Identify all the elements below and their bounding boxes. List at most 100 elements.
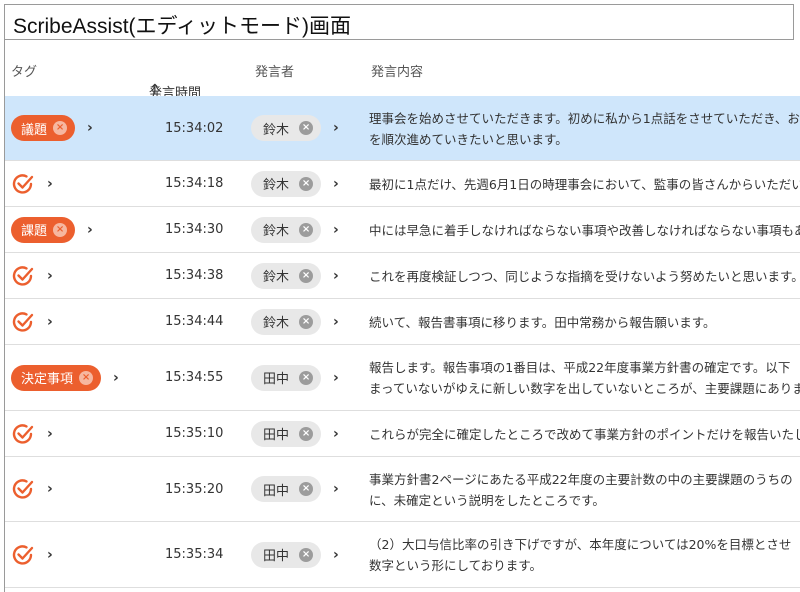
chevron-right-icon[interactable]: › [113, 370, 119, 386]
speech-content-line: （2）大口与信比率の引き下げですが、本年度については20%を目標とさせ [369, 537, 792, 552]
speaker-name: 鈴木 [263, 316, 290, 331]
speaker-chip[interactable]: 田中 × [251, 476, 322, 502]
speaker-chip[interactable]: 田中 × [251, 541, 322, 568]
close-circle-icon[interactable]: × [299, 222, 314, 237]
tag-chip-label: 決定事項 [21, 372, 74, 387]
speaker-name: 鈴木 [263, 178, 290, 193]
speaker-name: 田中 [263, 549, 290, 564]
chevron-right-icon[interactable]: › [47, 547, 53, 563]
close-circle-icon[interactable]: × [79, 370, 94, 385]
speaker-chip[interactable]: 鈴木 × [251, 170, 322, 197]
tag-cell: 決定事項 × › [11, 345, 119, 410]
speech-content[interactable]: 続いて、報告書事項に移ります。田中常務から報告願います。 [369, 312, 800, 333]
speech-content-line: これらが完全に確定したところで改めて事業方針のポイントだけを報告いたしま [369, 426, 800, 442]
table-row[interactable]: 議題 × › 15:34:02 鈴木 × › 理事会を始めさせていただきます。初めに私から1点… [5, 96, 800, 161]
close-circle-icon[interactable]: × [299, 482, 314, 496]
chevron-right-icon[interactable]: › [47, 268, 53, 284]
tag-cell: › [11, 299, 53, 344]
speaker-chip[interactable]: 鈴木 × [251, 308, 322, 335]
speech-content-line: 報告します。報告事項の1番目は、平成22年度事業方針書の確定です。以下 [369, 360, 791, 375]
chevron-right-icon[interactable]: › [333, 222, 339, 238]
column-header-tag[interactable]: タグ [11, 61, 37, 80]
speaker-cell: 鈴木 × › [251, 161, 339, 206]
chevron-right-icon[interactable]: › [333, 268, 339, 284]
close-circle-icon[interactable]: × [299, 547, 314, 562]
table-row[interactable]: › 15:35:20 田中 × › 事業方針書2ページにあたる平成22年度の主要計数の中の… [5, 457, 800, 522]
tag-chip[interactable]: 議題 × [11, 115, 76, 141]
check-circle-icon[interactable] [11, 422, 35, 446]
chevron-right-icon[interactable]: › [47, 481, 53, 497]
speech-content-line: これを再度検証しつつ、同じような指摘を受けないよう努めたいと思います。 [369, 268, 800, 284]
speech-time: 15:34:55 [165, 370, 224, 385]
chevron-right-icon[interactable]: › [333, 120, 339, 136]
table-row[interactable]: 課題 × › 15:34:30 鈴木 × › 中には早急に着手しなければならない事項や改善しな… [5, 207, 800, 253]
speech-content-line: 続いて、報告書事項に移ります。田中常務から報告願います。 [369, 314, 716, 330]
chevron-right-icon[interactable]: › [87, 222, 93, 238]
table-row[interactable]: › 15:34:44 鈴木 × › 続いて、報告書事項に移ります。田中常務から報告願います… [5, 299, 800, 345]
table-row[interactable]: › 15:34:38 鈴木 × › これを再度検証しつつ、同じような指摘を受けないよう努め… [5, 253, 800, 299]
table-row[interactable]: 決定事項 × › 15:34:55 田中 × › 報告します。報告事項の1番目は、平成22年度… [5, 345, 800, 411]
close-circle-icon[interactable]: × [299, 426, 314, 441]
speaker-chip[interactable]: 田中 × [251, 420, 322, 447]
close-circle-icon[interactable]: × [299, 121, 314, 135]
speech-time: 15:34:02 [165, 120, 224, 136]
tag-chip[interactable]: 決定事項 × [11, 364, 102, 391]
speech-content[interactable]: 中には早急に着手しなければならない事項や改善しなければならない事項もあ [369, 220, 800, 241]
close-circle-icon[interactable]: × [53, 222, 68, 237]
chevron-right-icon[interactable]: › [333, 370, 339, 386]
speech-content-line: まっていないがゆえに新しい数字を出していないところが、主要課題にありました [369, 381, 800, 396]
chevron-right-icon[interactable]: › [87, 120, 93, 136]
tag-chip[interactable]: 課題 × [11, 216, 76, 243]
speech-content-line: 最初に1点だけ、先週6月1日の時理事会において、監事の皆さんからいただい [369, 176, 800, 192]
check-circle-icon[interactable] [11, 543, 35, 567]
speech-content[interactable]: 最初に1点だけ、先週6月1日の時理事会において、監事の皆さんからいただい [369, 174, 800, 195]
speech-content[interactable]: 報告します。報告事項の1番目は、平成22年度事業方針書の確定です。以下 まっていな… [369, 357, 800, 399]
chevron-right-icon[interactable]: › [333, 176, 339, 192]
close-circle-icon[interactable]: × [299, 314, 314, 329]
chevron-right-icon[interactable]: › [333, 481, 339, 497]
chevron-right-icon[interactable]: › [47, 176, 53, 192]
speaker-name: 鈴木 [263, 224, 290, 239]
speech-content[interactable]: 事業方針書2ページにあたる平成22年度の主要計数の中の主要課題のうちの に、未確定… [369, 469, 800, 511]
tag-cell: › [11, 457, 53, 521]
title-bar: ScribeAssist(エディットモード)画面 [4, 4, 794, 40]
chevron-right-icon[interactable]: › [333, 547, 339, 563]
speech-content[interactable]: これを再度検証しつつ、同じような指摘を受けないよう努めたいと思います。 [369, 266, 800, 287]
speaker-chip[interactable]: 鈴木 × [251, 216, 322, 243]
chevron-right-icon[interactable]: › [333, 314, 339, 330]
check-circle-icon[interactable] [11, 477, 35, 501]
close-circle-icon[interactable]: × [299, 176, 314, 191]
check-circle-icon[interactable] [11, 310, 35, 334]
chevron-right-icon[interactable]: › [47, 426, 53, 442]
tag-cell: › [11, 253, 53, 298]
close-circle-icon[interactable]: × [53, 121, 68, 135]
table-row[interactable]: › 15:35:34 田中 × › （2）大口与信比率の引き下げですが、本年度については2… [5, 522, 800, 588]
speech-content[interactable]: （2）大口与信比率の引き下げですが、本年度については20%を目標とさせ 数字という… [369, 534, 800, 576]
tag-cell: › [11, 411, 53, 456]
speaker-cell: 鈴木 × › [251, 299, 339, 344]
speech-content[interactable]: これらが完全に確定したところで改めて事業方針のポイントだけを報告いたしま [369, 424, 800, 445]
column-header-speaker[interactable]: 発言者 [255, 61, 294, 80]
speaker-chip[interactable]: 田中 × [251, 364, 322, 391]
speaker-chip[interactable]: 鈴木 × [251, 262, 322, 289]
chevron-right-icon[interactable]: › [333, 426, 339, 442]
speaker-name: 田中 [263, 372, 290, 387]
column-header-content[interactable]: 発言内容 [371, 61, 423, 80]
transcript-table: タグ ↑ 発言時間 発言者 発言内容 議題 × › 15:34:02 鈴木 × › 理事会を始め… [4, 40, 800, 592]
table-row[interactable]: › 15:35:10 田中 × › これらが完全に確定したところで改めて事業方針のポイント… [5, 411, 800, 457]
speaker-name: 鈴木 [263, 122, 290, 138]
speaker-chip[interactable]: 鈴木 × [251, 115, 322, 141]
close-circle-icon[interactable]: × [299, 268, 314, 283]
speech-time: 15:34:38 [165, 268, 224, 283]
table-row[interactable]: › 15:34:18 鈴木 × › 最初に1点だけ、先週6月1日の時理事会において、監事の… [5, 161, 800, 207]
table-header: タグ ↑ 発言時間 発言者 発言内容 [5, 40, 800, 101]
speech-time: 15:35:34 [165, 547, 224, 562]
close-circle-icon[interactable]: × [299, 370, 314, 385]
check-circle-icon[interactable] [11, 264, 35, 288]
chevron-right-icon[interactable]: › [47, 314, 53, 330]
speaker-name: 鈴木 [263, 270, 290, 285]
speech-content-line: 中には早急に着手しなければならない事項や改善しなければならない事項もあ [369, 222, 800, 238]
speaker-cell: 鈴木 × › [251, 207, 339, 252]
speech-content[interactable]: 理事会を始めさせていただきます。初めに私から1点話をさせていただき、お手元 を順次… [369, 108, 800, 150]
check-circle-icon[interactable] [11, 172, 35, 196]
